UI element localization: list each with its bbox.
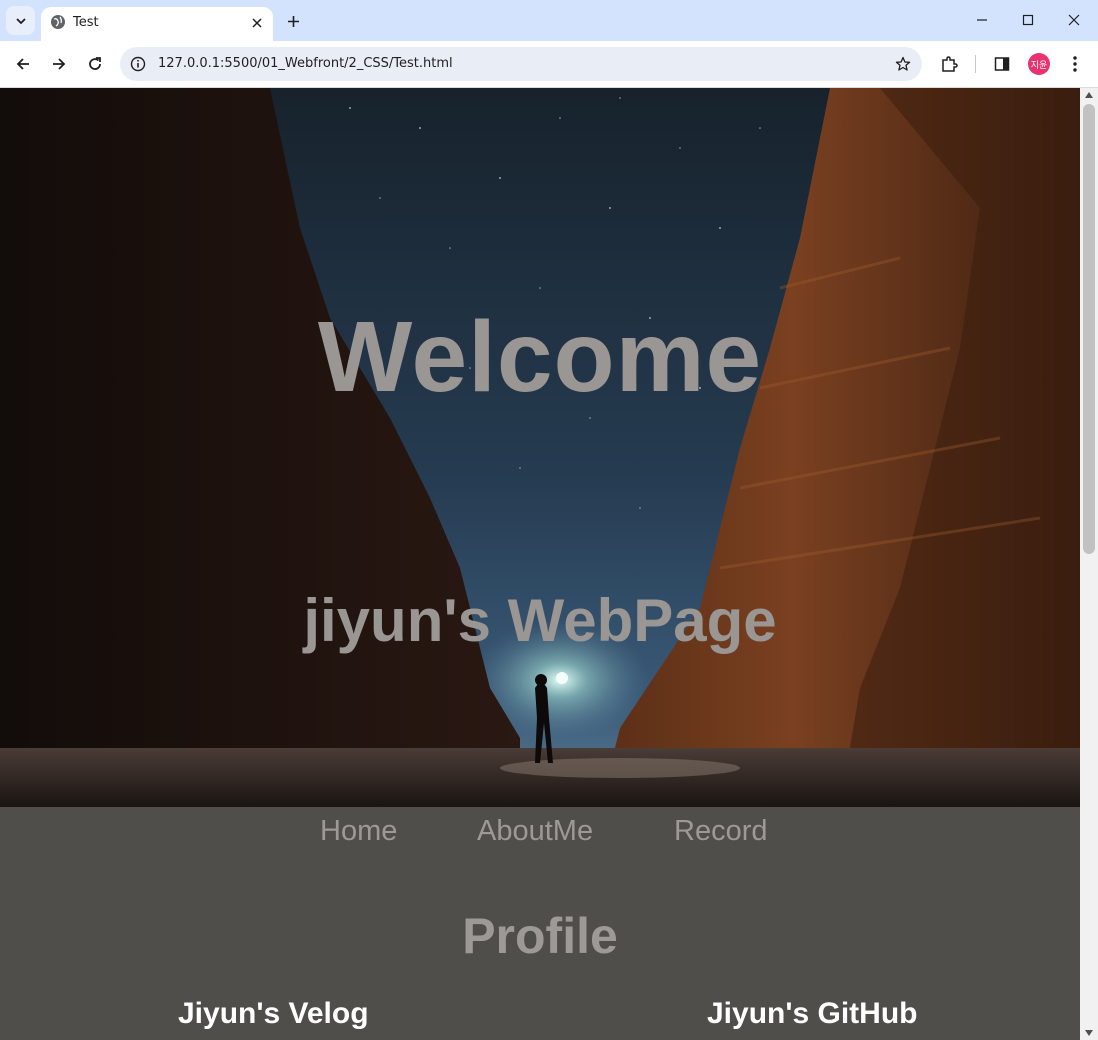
- hero-title: Welcome: [317, 301, 763, 413]
- new-tab-button[interactable]: [282, 10, 304, 32]
- back-button[interactable]: [10, 51, 36, 77]
- maximize-button[interactable]: [1006, 4, 1050, 36]
- main-nav: Home AboutMe Record: [0, 815, 1080, 855]
- maximize-icon: [1022, 14, 1034, 26]
- triangle-up-icon: [1085, 92, 1093, 98]
- close-window-button[interactable]: [1052, 4, 1096, 36]
- plus-icon: [287, 15, 299, 27]
- scroll-down-button[interactable]: [1084, 1028, 1094, 1038]
- main-content: Home AboutMe Record Profile Jiyun's Velo…: [0, 807, 1080, 1040]
- velog-link[interactable]: Jiyun's Velog: [178, 997, 369, 1031]
- forward-arrow-icon: [53, 58, 66, 70]
- browser-tab-bar: Test: [0, 0, 1098, 41]
- globe-icon: [51, 15, 65, 29]
- tab-close-button[interactable]: [247, 13, 267, 33]
- chevron-down-icon: [15, 17, 26, 24]
- kebab-menu-icon: [1073, 56, 1077, 72]
- bookmark-button[interactable]: [892, 53, 914, 75]
- puzzle-icon: [942, 56, 958, 72]
- hero-subtitle: jiyun's WebPage: [303, 587, 777, 654]
- hero-background-image: [0, 88, 1080, 807]
- close-icon: [252, 18, 262, 28]
- nav-link-record[interactable]: Record: [674, 815, 768, 848]
- minimize-button[interactable]: [960, 4, 1004, 36]
- reload-button[interactable]: [82, 51, 108, 77]
- side-panel-icon: [994, 57, 1010, 71]
- browser-toolbar: 127.0.0.1:5500/01_Webfront/2_CSS/Test.ht…: [0, 41, 1098, 88]
- back-arrow-icon: [16, 58, 29, 70]
- page-viewport: Welcome jiyun's WebPage Home AboutMe Rec…: [0, 88, 1080, 1040]
- triangle-down-icon: [1085, 1030, 1093, 1036]
- hero-banner: Welcome jiyun's WebPage: [0, 88, 1080, 807]
- close-icon: [1068, 14, 1080, 26]
- reload-icon: [89, 57, 101, 70]
- github-link[interactable]: Jiyun's GitHub: [707, 997, 917, 1031]
- nav-link-aboutme[interactable]: AboutMe: [477, 815, 593, 848]
- scroll-thumb[interactable]: [1083, 104, 1095, 554]
- profile-heading: Profile: [462, 908, 618, 964]
- browser-menu-button[interactable]: [1063, 52, 1087, 76]
- tab-title: Test: [73, 15, 99, 30]
- address-bar[interactable]: 127.0.0.1:5500/01_Webfront/2_CSS/Test.ht…: [120, 47, 922, 81]
- scroll-up-button[interactable]: [1084, 90, 1094, 100]
- url-text[interactable]: 127.0.0.1:5500/01_Webfront/2_CSS/Test.ht…: [158, 56, 453, 71]
- extensions-button[interactable]: [937, 52, 961, 76]
- site-info-button[interactable]: [128, 54, 148, 74]
- star-icon: [895, 56, 911, 71]
- page-scrollbar[interactable]: [1080, 88, 1098, 1040]
- side-panel-button[interactable]: [990, 52, 1014, 76]
- nav-link-home[interactable]: Home: [320, 815, 397, 848]
- info-icon: [130, 56, 146, 72]
- tab-search-button[interactable]: [6, 6, 35, 35]
- browser-tab[interactable]: Test: [41, 7, 273, 41]
- forward-button[interactable]: [46, 51, 72, 77]
- minimize-icon: [977, 19, 987, 21]
- toolbar-divider: [975, 55, 976, 73]
- profile-avatar[interactable]: 지윤: [1028, 53, 1050, 75]
